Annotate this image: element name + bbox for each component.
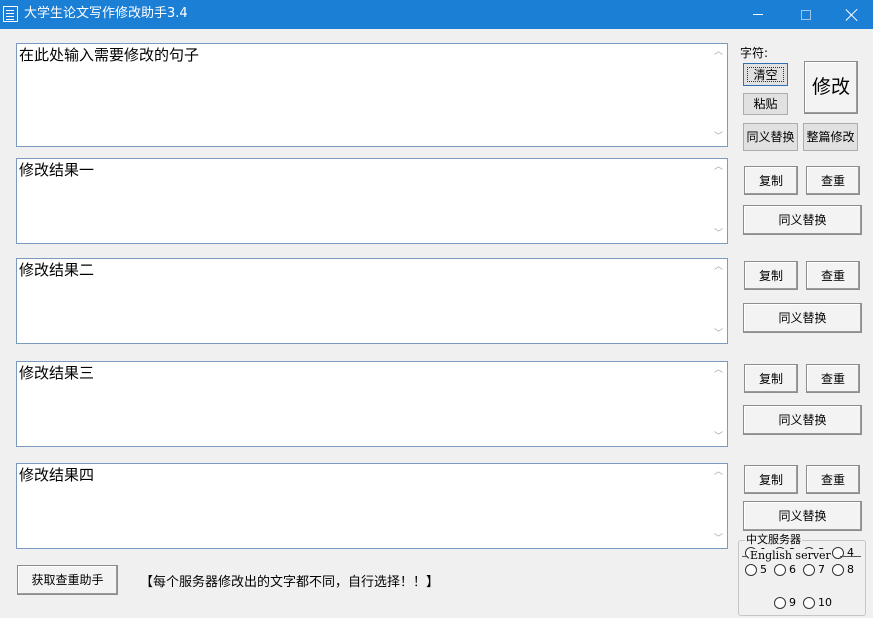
scroll-up-icon[interactable]: ︿ xyxy=(714,263,723,272)
full-modify-button[interactable]: 整篇修改 xyxy=(803,123,858,151)
radio-circle[interactable] xyxy=(745,563,757,576)
scroll-down-icon[interactable]: ﹀ xyxy=(714,330,723,339)
copy-button-2[interactable]: 复制 xyxy=(744,261,798,290)
paste-label: 粘贴 xyxy=(753,97,778,111)
synonym-button-4[interactable]: 同义替换 xyxy=(743,501,862,531)
synonym-label: 同义替换 xyxy=(778,413,827,427)
maximize-button[interactable] xyxy=(783,0,829,29)
copy-label: 复制 xyxy=(758,173,783,188)
result-text-3: 修改结果三 xyxy=(19,364,95,382)
server-radio-label: 8 xyxy=(847,563,854,576)
english-server-label: English server xyxy=(749,549,832,563)
minimize-icon xyxy=(753,14,763,15)
check-button-2[interactable]: 查重 xyxy=(806,261,860,290)
server-radio-6[interactable]: 6 xyxy=(774,563,796,576)
copy-label: 复制 xyxy=(758,371,783,386)
result-textarea-4[interactable]: 修改结果四 ︿ ﹀ xyxy=(16,463,728,549)
result-text-4: 修改结果四 xyxy=(19,466,95,484)
server-radio-8[interactable]: 8 xyxy=(832,563,854,576)
scrollbar[interactable]: ︿ ﹀ xyxy=(710,362,727,446)
input-textarea[interactable]: 在此处输入需要修改的句子 ︿ ﹀ xyxy=(16,43,728,147)
server-radio-5[interactable]: 5 xyxy=(745,563,767,576)
radio-circle[interactable] xyxy=(832,563,844,576)
paste-button[interactable]: 粘贴 xyxy=(743,93,788,115)
copy-button-3[interactable]: 复制 xyxy=(744,364,798,393)
result-textarea-3[interactable]: 修改结果三 ︿ ﹀ xyxy=(16,361,728,447)
scroll-down-icon[interactable]: ﹀ xyxy=(714,230,723,239)
scrollbar[interactable]: ︿ ﹀ xyxy=(710,259,727,343)
server-radio-label: 5 xyxy=(760,563,767,576)
check-button-1[interactable]: 查重 xyxy=(806,166,860,195)
check-label: 查重 xyxy=(820,173,845,188)
modify-label: 修改 xyxy=(811,76,850,98)
english-server-divider: English server xyxy=(742,549,861,563)
server-radio-label: 9 xyxy=(789,596,796,609)
server-radio-label: 6 xyxy=(789,563,796,576)
server-radio-7[interactable]: 7 xyxy=(803,563,825,576)
maximize-icon xyxy=(801,9,811,20)
notice-text: 【每个服务器修改出的文字都不同，自行选择！！】 xyxy=(140,575,440,590)
synonym-button-2[interactable]: 同义替换 xyxy=(743,303,862,333)
check-button-3[interactable]: 查重 xyxy=(806,364,860,393)
window-title: 大学生论文写作修改助手3.4 xyxy=(24,6,188,21)
scroll-down-icon[interactable]: ﹀ xyxy=(714,535,723,544)
copy-button-4[interactable]: 复制 xyxy=(744,465,798,494)
check-label: 查重 xyxy=(820,371,845,386)
scroll-down-icon[interactable]: ﹀ xyxy=(714,433,723,442)
synonym-replace-label: 同义替换 xyxy=(746,130,795,144)
minimize-button[interactable] xyxy=(735,0,781,29)
check-button-4[interactable]: 查重 xyxy=(806,465,860,494)
synonym-replace-button[interactable]: 同义替换 xyxy=(743,123,798,151)
result-text-1: 修改结果一 xyxy=(19,161,95,179)
char-label: 字符: xyxy=(740,46,769,60)
input-text: 在此处输入需要修改的句子 xyxy=(19,46,200,64)
result-textarea-2[interactable]: 修改结果二 ︿ ﹀ xyxy=(16,258,728,344)
scroll-up-icon[interactable]: ︿ xyxy=(714,48,723,57)
document-icon xyxy=(3,6,18,22)
radio-circle[interactable] xyxy=(774,563,786,576)
synonym-label: 同义替换 xyxy=(778,311,827,325)
full-modify-label: 整篇修改 xyxy=(806,130,855,144)
scrollbar[interactable]: ︿ ﹀ xyxy=(710,464,727,548)
divider-line xyxy=(840,556,861,557)
get-checker-label: 获取查重助手 xyxy=(31,573,104,587)
main-window: 在此处输入需要修改的句子 ︿ ﹀ 修改结果一 ︿ ﹀ 修改结果二 ︿ ﹀ 修改结果三… xyxy=(0,29,873,618)
close-icon xyxy=(845,8,859,22)
get-checker-button[interactable]: 获取查重助手 xyxy=(17,565,118,595)
synonym-button-1[interactable]: 同义替换 xyxy=(743,205,862,235)
divider-line xyxy=(742,556,748,557)
server-radio-9[interactable]: 9 xyxy=(774,596,796,609)
radio-circle[interactable] xyxy=(803,563,815,576)
focus-rect xyxy=(747,67,784,82)
synonym-label: 同义替换 xyxy=(778,509,827,523)
close-button[interactable] xyxy=(829,0,873,29)
result-textarea-1[interactable]: 修改结果一 ︿ ﹀ xyxy=(16,158,728,244)
scroll-up-icon[interactable]: ︿ xyxy=(714,163,723,172)
server-radio-10[interactable]: 10 xyxy=(803,596,832,609)
scroll-down-icon[interactable]: ﹀ xyxy=(714,133,723,142)
copy-label: 复制 xyxy=(758,268,783,283)
scrollbar[interactable]: ︿ ﹀ xyxy=(710,44,727,146)
check-label: 查重 xyxy=(820,268,845,283)
scroll-up-icon[interactable]: ︿ xyxy=(714,468,723,477)
check-label: 查重 xyxy=(820,472,845,487)
clear-button[interactable]: 清空 xyxy=(743,63,788,86)
scroll-up-icon[interactable]: ︿ xyxy=(714,366,723,375)
radio-circle[interactable] xyxy=(774,596,786,609)
result-text-2: 修改结果二 xyxy=(19,261,95,279)
synonym-label: 同义替换 xyxy=(778,213,827,227)
copy-button-1[interactable]: 复制 xyxy=(744,166,798,195)
synonym-button-3[interactable]: 同义替换 xyxy=(743,405,862,435)
title-bar: 大学生论文写作修改助手3.4 xyxy=(0,0,873,29)
server-radio-label: 7 xyxy=(818,563,825,576)
modify-button[interactable]: 修改 xyxy=(804,61,858,114)
radio-circle[interactable] xyxy=(803,596,815,609)
chinese-server-label: 中文服务器 xyxy=(745,533,802,546)
scrollbar[interactable]: ︿ ﹀ xyxy=(710,159,727,243)
server-radio-label: 10 xyxy=(818,596,832,609)
copy-label: 复制 xyxy=(758,472,783,487)
